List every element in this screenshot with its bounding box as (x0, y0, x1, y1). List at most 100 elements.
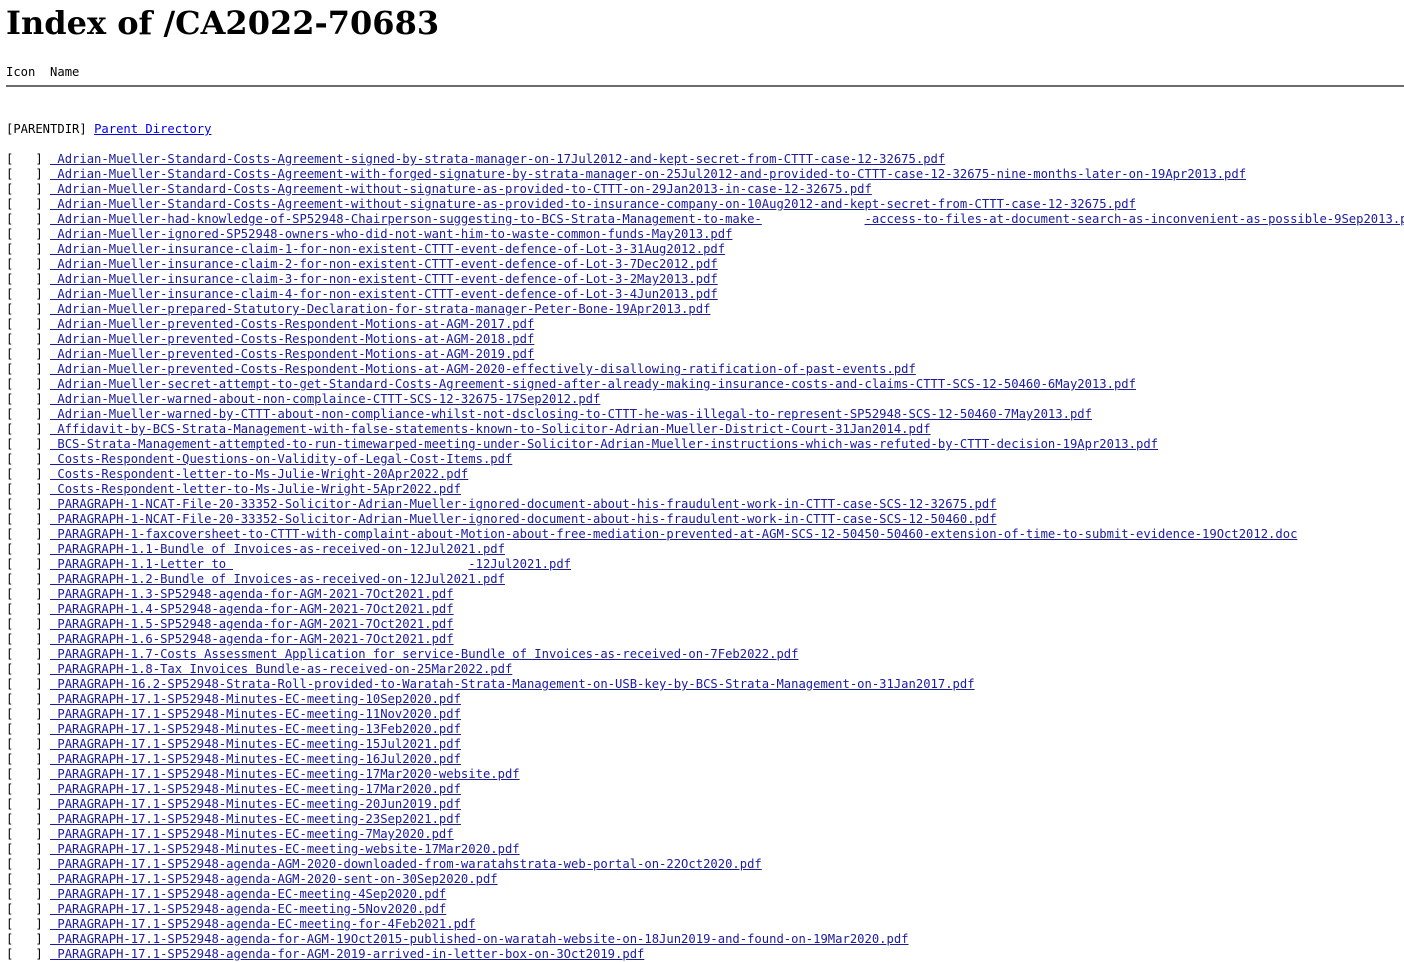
file-row: [ ] Adrian-Mueller-Standard-Costs-Agreem… (6, 152, 1404, 167)
file-row: [ ] PARAGRAPH-17.1-SP52948-agenda-for-AG… (6, 932, 1404, 947)
redacted-text (233, 557, 469, 572)
file-link[interactable]: PARAGRAPH-1-faxcoversheet-to-CTTT-with-c… (50, 527, 1297, 541)
file-link[interactable]: Adrian-Mueller-warned-about-non-complain… (50, 392, 600, 406)
file-link[interactable]: PARAGRAPH-1.5-SP52948-agenda-for-AGM-202… (50, 617, 453, 631)
file-link[interactable]: Adrian-Mueller-secret-attempt-to-get-Sta… (50, 377, 1136, 391)
file-link[interactable]: PARAGRAPH-1-NCAT-File-20-33352-Solicitor… (50, 512, 996, 526)
file-icon: [ ] (6, 272, 43, 286)
file-icon: [ ] (6, 167, 43, 181)
file-link[interactable]: Adrian-Mueller-prevented-Costs-Responden… (50, 332, 534, 346)
file-link[interactable]: Adrian-Mueller-had-knowledge-of-SP52948-… (50, 212, 1404, 227)
file-link[interactable]: PARAGRAPH-17.1-SP52948-agenda-AGM-2020-d… (50, 857, 761, 871)
file-link[interactable]: PARAGRAPH-17.1-SP52948-Minutes-EC-meetin… (50, 692, 461, 706)
file-icon: [ ] (6, 872, 43, 886)
file-link[interactable]: PARAGRAPH-17.1-SP52948-Minutes-EC-meetin… (50, 797, 461, 811)
file-link[interactable]: Adrian-Mueller-insurance-claim-3-for-non… (50, 272, 717, 286)
file-link[interactable]: PARAGRAPH-1.6-SP52948-agenda-for-AGM-202… (50, 632, 453, 646)
file-link[interactable]: PARAGRAPH-17.1-SP52948-agenda-for-AGM-19… (50, 932, 908, 946)
parent-directory-icon: [PARENTDIR] (6, 122, 87, 136)
file-row: [ ] PARAGRAPH-1-faxcoversheet-to-CTTT-wi… (6, 527, 1404, 542)
file-icon: [ ] (6, 152, 43, 166)
file-icon: [ ] (6, 512, 43, 526)
file-link[interactable]: PARAGRAPH-17.1-SP52948-agenda-EC-meeting… (50, 902, 446, 916)
file-link[interactable]: Costs-Respondent-letter-to-Ms-Julie-Wrig… (50, 467, 468, 481)
file-icon: [ ] (6, 647, 43, 661)
file-icon: [ ] (6, 887, 43, 901)
file-link[interactable]: Adrian-Mueller-warned-by-CTTT-about-non-… (50, 407, 1092, 421)
parent-directory-row: [PARENTDIR] Parent Directory (6, 122, 1404, 137)
file-icon: [ ] (6, 752, 43, 766)
file-row: [ ] PARAGRAPH-1.4-SP52948-agenda-for-AGM… (6, 602, 1404, 617)
file-link[interactable]: PARAGRAPH-17.1-SP52948-agenda-for-AGM-20… (50, 947, 644, 961)
file-link[interactable]: Costs-Respondent-Questions-on-Validity-o… (50, 452, 512, 466)
file-listing: [PARENTDIR] Parent Directory [ ] Adrian-… (6, 92, 1404, 962)
file-link[interactable]: PARAGRAPH-17.1-SP52948-Minutes-EC-meetin… (50, 782, 461, 796)
file-icon: [ ] (6, 857, 43, 871)
file-link[interactable]: PARAGRAPH-17.1-SP52948-Minutes-EC-meetin… (50, 722, 461, 736)
file-link[interactable]: PARAGRAPH-1.1-Bundle of Invoices-as-rece… (50, 542, 505, 556)
file-link[interactable]: PARAGRAPH-17.1-SP52948-agenda-EC-meeting… (50, 917, 475, 931)
file-link[interactable]: PARAGRAPH-17.1-SP52948-Minutes-EC-meetin… (50, 752, 461, 766)
file-icon: [ ] (6, 617, 43, 631)
file-link[interactable]: PARAGRAPH-1-NCAT-File-20-33352-Solicitor… (50, 497, 996, 511)
file-icon: [ ] (6, 827, 43, 841)
file-link[interactable]: Adrian-Mueller-insurance-claim-2-for-non… (50, 257, 717, 271)
file-link[interactable]: Adrian-Mueller-ignored-SP52948-owners-wh… (50, 227, 732, 241)
file-link[interactable]: PARAGRAPH-1.1-Letter to -12Jul2021.pdf (50, 557, 571, 572)
file-link[interactable]: PARAGRAPH-1.4-SP52948-agenda-for-AGM-202… (50, 602, 453, 616)
file-icon: [ ] (6, 677, 43, 691)
file-icon: [ ] (6, 527, 43, 541)
file-row: [ ] Adrian-Mueller-Standard-Costs-Agreem… (6, 182, 1404, 197)
file-link[interactable]: PARAGRAPH-17.1-SP52948-Minutes-EC-meetin… (50, 737, 461, 751)
file-link[interactable]: Adrian-Mueller-Standard-Costs-Agreement-… (50, 167, 1246, 181)
file-link[interactable]: PARAGRAPH-1.8-Tax Invoices Bundle-as-rec… (50, 662, 512, 676)
file-icon: [ ] (6, 182, 43, 196)
file-icon: [ ] (6, 497, 43, 511)
file-icon: [ ] (6, 917, 43, 931)
file-link[interactable]: PARAGRAPH-1.7-Costs Assessment Applicati… (50, 647, 798, 661)
file-icon: [ ] (6, 422, 43, 436)
file-icon: [ ] (6, 377, 43, 391)
file-row: [ ] Adrian-Mueller-prevented-Costs-Respo… (6, 362, 1404, 377)
file-icon: [ ] (6, 572, 43, 586)
file-row: [ ] PARAGRAPH-1-NCAT-File-20-33352-Solic… (6, 512, 1404, 527)
parent-directory-link[interactable]: Parent Directory (94, 122, 211, 136)
file-link[interactable]: PARAGRAPH-17.1-SP52948-agenda-AGM-2020-s… (50, 872, 497, 886)
file-row: [ ] Adrian-Mueller-ignored-SP52948-owner… (6, 227, 1404, 242)
file-icon: [ ] (6, 707, 43, 721)
file-link[interactable]: Affidavit-by-BCS-Strata-Management-with-… (50, 422, 930, 436)
file-link[interactable]: Adrian-Mueller-Standard-Costs-Agreement-… (50, 197, 1136, 211)
header-separator (6, 85, 1404, 87)
file-row: [ ] Costs-Respondent-Questions-on-Validi… (6, 452, 1404, 467)
file-icon: [ ] (6, 602, 43, 616)
file-link[interactable]: Adrian-Mueller-prevented-Costs-Responden… (50, 362, 916, 376)
file-row: [ ] Affidavit-by-BCS-Strata-Management-w… (6, 422, 1404, 437)
file-row: [ ] Adrian-Mueller-Standard-Costs-Agreem… (6, 197, 1404, 212)
file-link[interactable]: Adrian-Mueller-insurance-claim-4-for-non… (50, 287, 717, 301)
file-link[interactable]: Adrian-Mueller-prevented-Costs-Responden… (50, 317, 534, 331)
file-link[interactable]: PARAGRAPH-17.1-SP52948-Minutes-EC-meetin… (50, 827, 453, 841)
file-link[interactable]: BCS-Strata-Management-attempted-to-run-t… (50, 437, 1158, 451)
file-icon: [ ] (6, 392, 43, 406)
file-link[interactable]: Costs-Respondent-letter-to-Ms-Julie-Wrig… (50, 482, 461, 496)
file-link[interactable]: Adrian-Mueller-Standard-Costs-Agreement-… (50, 152, 945, 166)
file-link[interactable]: Adrian-Mueller-Standard-Costs-Agreement-… (50, 182, 871, 196)
file-link[interactable]: Adrian-Mueller-prepared-Statutory-Declar… (50, 302, 710, 316)
file-link[interactable]: PARAGRAPH-17.1-SP52948-Minutes-EC-meetin… (50, 812, 461, 826)
file-link[interactable]: PARAGRAPH-1.3-SP52948-agenda-for-AGM-202… (50, 587, 453, 601)
file-link[interactable]: PARAGRAPH-17.1-SP52948-Minutes-EC-meetin… (50, 707, 461, 721)
column-header-name[interactable]: Name (50, 65, 79, 79)
file-row: [ ] PARAGRAPH-17.1-SP52948-agenda-EC-mee… (6, 917, 1404, 932)
file-link[interactable]: PARAGRAPH-17.1-SP52948-Minutes-EC-meetin… (50, 767, 519, 781)
file-link[interactable]: PARAGRAPH-17.1-SP52948-Minutes-EC-meetin… (50, 842, 519, 856)
file-link[interactable]: Adrian-Mueller-prevented-Costs-Responden… (50, 347, 534, 361)
file-link[interactable]: PARAGRAPH-16.2-SP52948-Strata-Roll-provi… (50, 677, 974, 691)
file-link[interactable]: PARAGRAPH-17.1-SP52948-agenda-EC-meeting… (50, 887, 446, 901)
file-link[interactable]: PARAGRAPH-1.2-Bundle of Invoices-as-rece… (50, 572, 505, 586)
page-title: Index of /CA2022-70683 (6, 4, 440, 42)
file-row: [ ] PARAGRAPH-17.1-SP52948-Minutes-EC-me… (6, 737, 1404, 752)
file-link[interactable]: Adrian-Mueller-insurance-claim-1-for-non… (50, 242, 725, 256)
file-icon: [ ] (6, 557, 43, 571)
file-icon: [ ] (6, 722, 43, 736)
file-row: [ ] Adrian-Mueller-warned-by-CTTT-about-… (6, 407, 1404, 422)
